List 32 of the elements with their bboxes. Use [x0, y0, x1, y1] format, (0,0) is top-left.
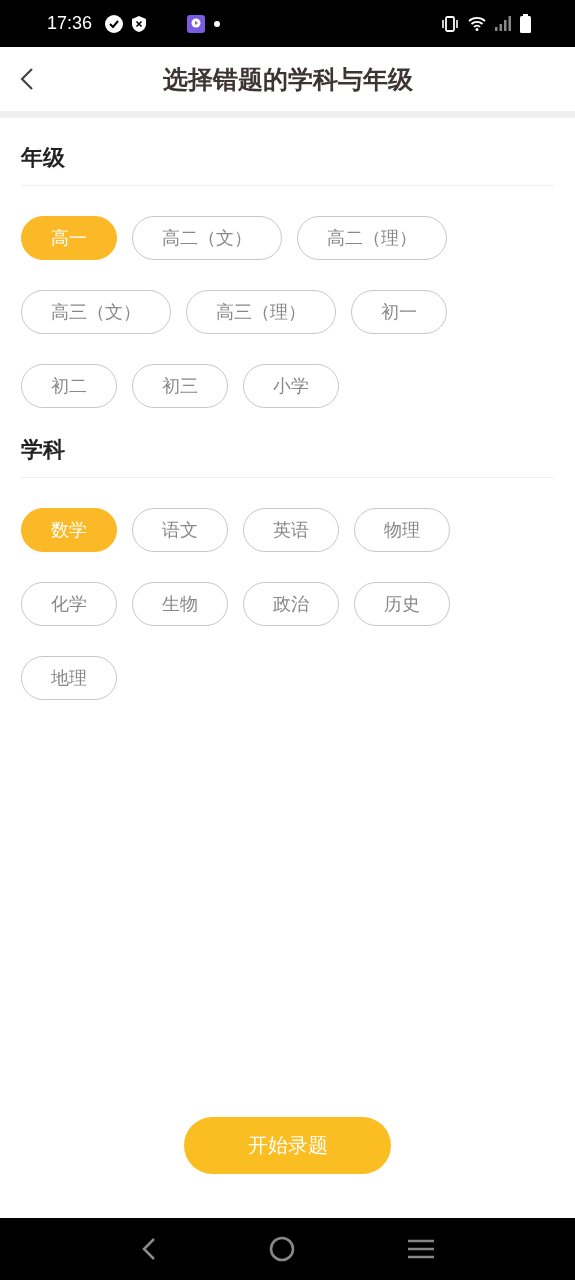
- option-chip[interactable]: 初一: [351, 290, 447, 334]
- option-chip[interactable]: 小学: [243, 364, 339, 408]
- option-chip[interactable]: 历史: [354, 582, 450, 626]
- vibrate-icon: [441, 15, 459, 32]
- section-title: 年级: [21, 144, 66, 172]
- check-circle-icon: [105, 14, 124, 33]
- app-icon: [187, 14, 206, 33]
- section-title: 学科: [21, 436, 66, 464]
- signal-icon: [495, 16, 511, 31]
- option-chip[interactable]: 物理: [354, 508, 450, 552]
- status-time: 17:36: [47, 13, 93, 34]
- home-icon[interactable]: [269, 1236, 296, 1262]
- wifi-icon: [468, 16, 486, 31]
- menu-icon[interactable]: [407, 1239, 434, 1259]
- option-chip[interactable]: 化学: [21, 582, 117, 626]
- option-chip[interactable]: 高三（文）: [21, 290, 171, 334]
- option-chip[interactable]: 生物: [132, 582, 228, 626]
- option-chip[interactable]: 地理: [21, 656, 117, 700]
- shield-icon: [132, 15, 147, 32]
- back-icon[interactable]: [141, 1237, 158, 1261]
- page-title: 选择错题的学科与年级: [162, 63, 413, 96]
- option-chip[interactable]: 高二（文）: [132, 216, 282, 260]
- dot-icon: [214, 20, 221, 27]
- option-chip[interactable]: 英语: [243, 508, 339, 552]
- option-chip[interactable]: 高二（理）: [297, 216, 447, 260]
- back-icon[interactable]: [20, 67, 34, 91]
- option-chip[interactable]: 初三: [132, 364, 228, 408]
- option-chip[interactable]: 初二: [21, 364, 117, 408]
- option-chip[interactable]: 政治: [243, 582, 339, 626]
- option-chip[interactable]: 高三（理）: [186, 290, 336, 334]
- battery-icon: [520, 14, 531, 33]
- option-chip[interactable]: 语文: [132, 508, 228, 552]
